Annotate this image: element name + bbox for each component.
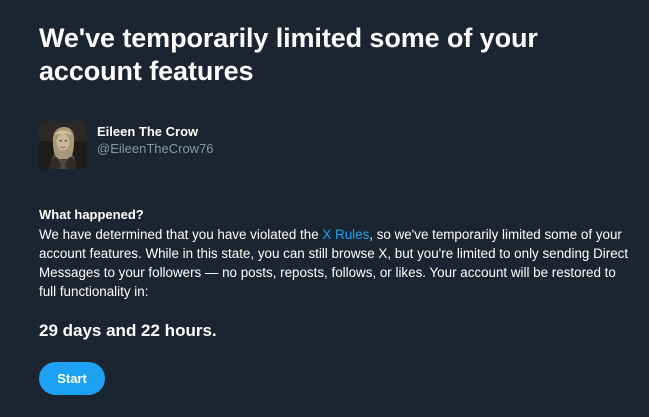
start-button[interactable]: Start [39, 362, 105, 395]
section-heading: What happened? [39, 207, 144, 222]
profile-photo-icon [39, 121, 87, 169]
x-rules-link[interactable]: X Rules [322, 227, 369, 242]
avatar [39, 121, 87, 169]
notice-body: We have determined that you have violate… [39, 225, 629, 301]
what-happened-section: What happened? We have determined that y… [39, 207, 629, 342]
account-identity: Eileen The Crow @EileenTheCrow76 [97, 124, 214, 157]
notice-body-prefix: We have determined that you have violate… [39, 227, 323, 242]
account-handle: @EileenTheCrow76 [97, 141, 214, 156]
limited-account-page: We've temporarily limited some of your a… [0, 0, 649, 417]
restriction-countdown: 29 days and 22 hours. [39, 321, 217, 340]
page-title: We've temporarily limited some of your a… [39, 23, 538, 86]
account-summary: Eileen The Crow @EileenTheCrow76 [39, 121, 649, 169]
display-name: Eileen The Crow [97, 124, 199, 139]
